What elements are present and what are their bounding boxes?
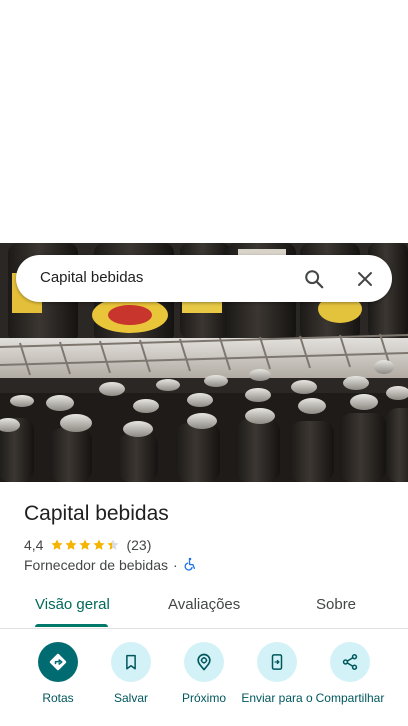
place-category: Fornecedor de bebidas [24,557,168,573]
place-title: Capital bebidas [24,502,169,525]
directions-icon[interactable] [38,642,78,682]
review-count: (23) [126,537,152,553]
directions-button[interactable]: Rotas [18,642,98,705]
share-icon[interactable] [330,642,370,682]
search-input[interactable]: Capital bebidas [40,269,143,286]
nearby-pin-icon[interactable] [184,642,224,682]
tab-reviews[interactable]: Avaliações [168,596,240,613]
active-tab-indicator [35,624,108,627]
close-icon[interactable] [353,267,377,291]
share-button[interactable]: Compartilhar [310,642,390,705]
map-area-blank [0,0,408,243]
category-row: Fornecedor de bebidas · [24,556,197,574]
nearby-button[interactable]: Próximo [164,642,244,705]
nearby-label: Próximo [181,691,226,705]
save-button[interactable]: Salvar [91,642,171,705]
star-icon [107,539,120,550]
star-icon [93,539,106,550]
rating-row[interactable]: 4,4 (23) [24,536,151,554]
wheelchair-icon [183,557,197,574]
tab-overview[interactable]: Visão geral [35,596,110,613]
place-tabs: Visão geral Avaliações Sobre [0,582,408,629]
send-to-phone-label: Enviar para o [241,691,313,705]
search-bar[interactable]: Capital bebidas [16,255,392,302]
separator: · [173,557,178,573]
share-label: Compartilhar [315,691,385,705]
search-icon[interactable] [302,267,326,291]
tab-about[interactable]: Sobre [316,596,356,613]
star-rating [50,538,120,552]
send-to-phone-button[interactable]: Enviar para o [237,642,317,705]
rating-value: 4,4 [24,537,44,553]
send-to-phone-icon[interactable] [257,642,297,682]
star-icon [79,539,92,550]
directions-label: Rotas [42,691,74,705]
star-icon [65,539,78,550]
bookmark-icon[interactable] [111,642,151,682]
star-icon [51,539,64,550]
save-label: Salvar [113,691,148,705]
